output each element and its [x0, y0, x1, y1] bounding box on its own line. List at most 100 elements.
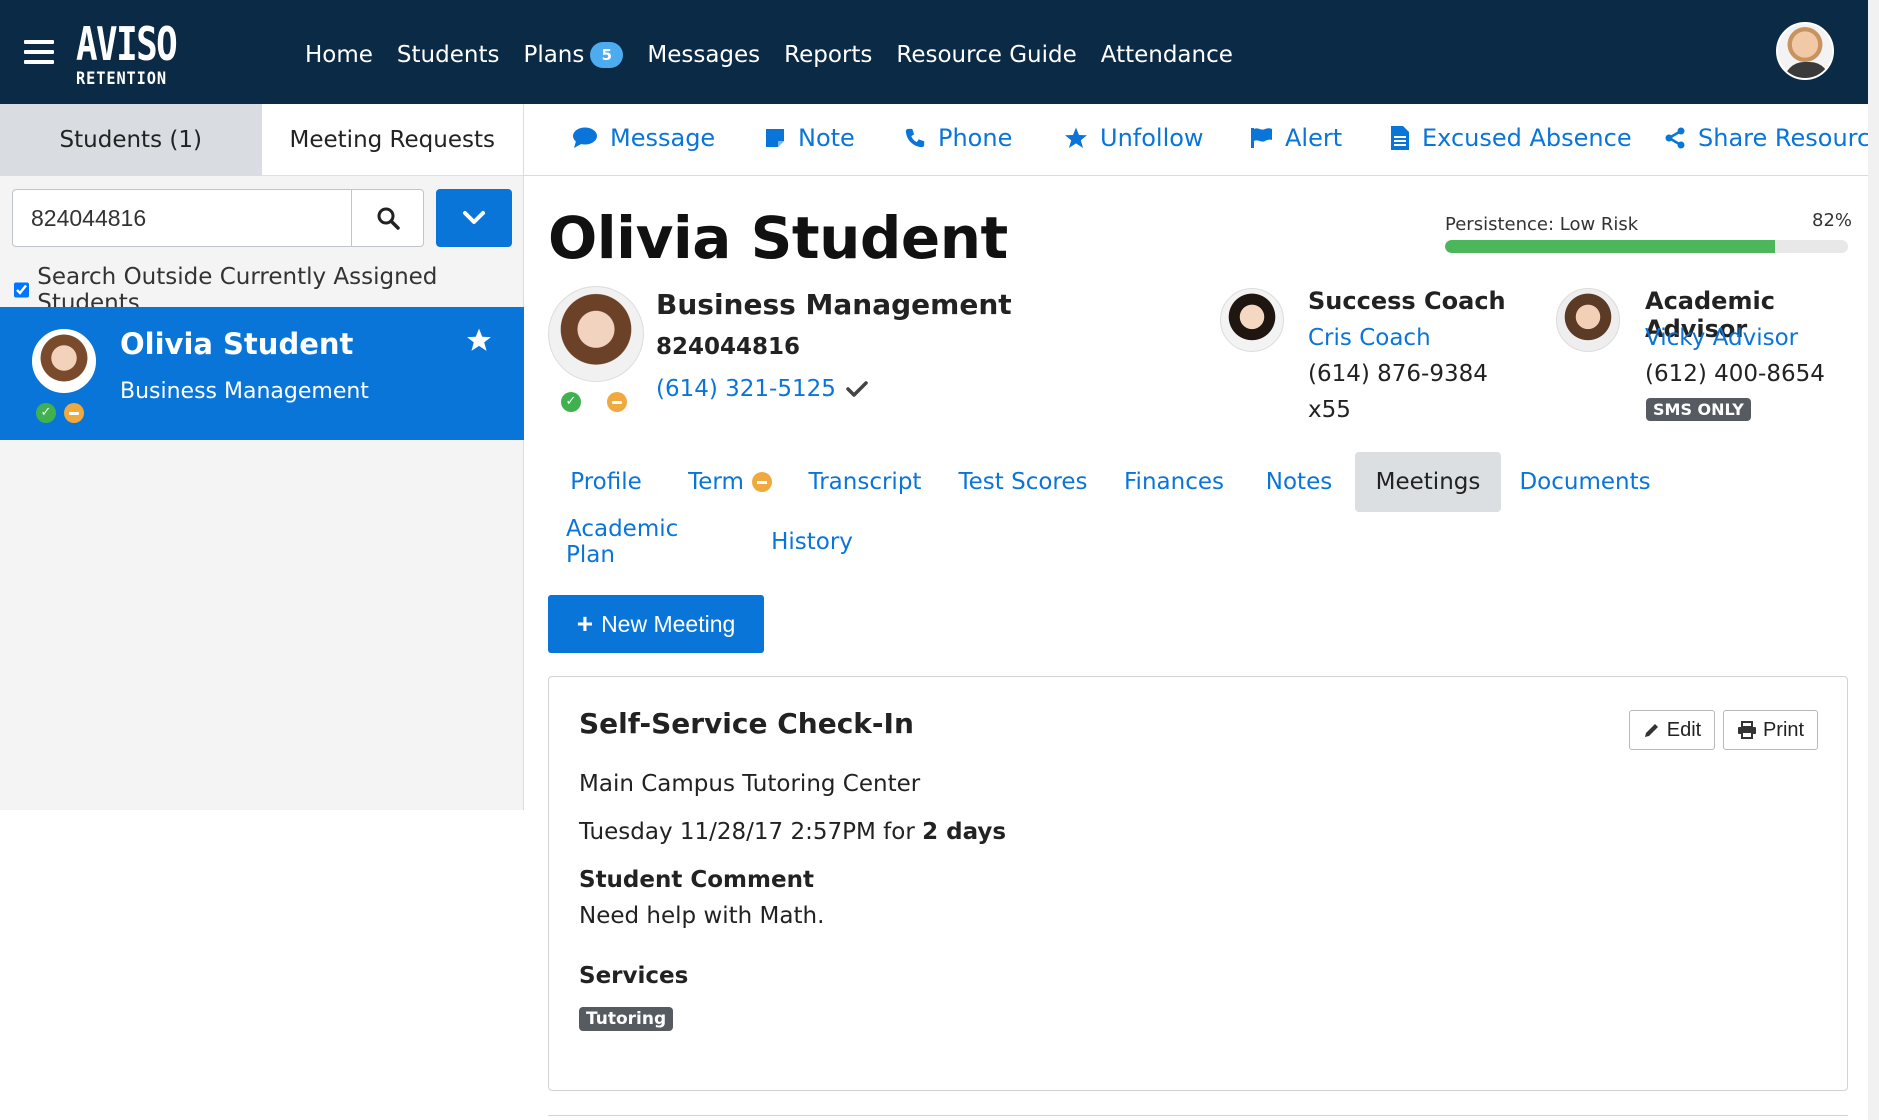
message-button[interactable]: Message — [572, 124, 715, 152]
print-meeting-button[interactable]: Print — [1723, 710, 1818, 750]
tab-profile[interactable]: Profile — [566, 452, 646, 512]
top-navbar: AVISO RETENTION Home Students Plans 5 Mes… — [0, 0, 1868, 104]
chevron-down-icon — [463, 211, 485, 224]
note-label: Note — [798, 124, 855, 152]
coach-role: Success Coach — [1308, 287, 1506, 315]
student-id: 824044816 — [656, 334, 801, 360]
search-input[interactable] — [12, 189, 352, 247]
term-warning-icon — [751, 472, 772, 492]
nav-attendance-label: Attendance — [1100, 42, 1233, 68]
phone-button[interactable]: Phone — [904, 124, 1012, 152]
note-button[interactable]: Note — [764, 124, 855, 152]
nav-messages[interactable]: Messages — [647, 38, 760, 72]
nav-students-label: Students — [396, 42, 500, 68]
search-button[interactable] — [352, 189, 424, 247]
tab-test-scores-label: Test Scores — [958, 469, 1088, 495]
tab-meetings-label: Meetings — [1375, 469, 1481, 495]
verified-check-icon — [846, 381, 868, 397]
flag-icon — [1251, 128, 1272, 148]
user-avatar[interactable] — [1776, 22, 1834, 80]
tab-documents-label: Documents — [1519, 469, 1651, 495]
printer-icon — [1737, 721, 1756, 739]
tab-notes-label: Notes — [1265, 469, 1333, 495]
meeting-card: Self-Service Check-In Edit Print Main Ca… — [548, 676, 1848, 1091]
note-icon — [766, 129, 784, 147]
tab-notes[interactable]: Notes — [1258, 452, 1340, 512]
nav-home-label: Home — [305, 42, 373, 68]
student-comment: Need help with Math. — [579, 903, 825, 929]
tab-meeting-requests[interactable]: Meeting Requests — [261, 104, 523, 176]
meeting-duration: 2 days — [922, 819, 1007, 845]
next-meeting-card-edge — [548, 1115, 1848, 1120]
tab-history[interactable]: History — [766, 512, 858, 572]
student-card-status: ✓ — [36, 403, 84, 423]
phone-label: Phone — [938, 124, 1013, 152]
advisor-avatar — [1556, 288, 1620, 352]
tab-term[interactable]: Term — [680, 452, 780, 512]
student-search — [12, 189, 512, 247]
tab-finances[interactable]: Finances — [1122, 452, 1226, 512]
logo-main-text: AVISO — [76, 17, 178, 71]
student-phone-link[interactable]: (614) 321-5125 — [656, 376, 868, 402]
meeting-title: Self-Service Check-In — [579, 707, 914, 740]
nav-reports[interactable]: Reports — [784, 38, 872, 72]
tab-students-label: Students (1) — [59, 127, 202, 153]
student-card-avatar — [32, 329, 96, 393]
search-outside-checkbox[interactable] — [14, 282, 30, 298]
tab-history-label: History — [771, 529, 853, 555]
new-meeting-label: New Meeting — [601, 610, 736, 637]
tab-documents[interactable]: Documents — [1519, 452, 1651, 512]
excused-absence-button[interactable]: Excused Absence — [1390, 124, 1632, 152]
persistence-bar — [1445, 240, 1848, 253]
student-comment-label: Student Comment — [579, 867, 814, 893]
new-meeting-button[interactable]: + New Meeting — [548, 595, 764, 653]
tab-academic-plan[interactable]: Academic Plan — [566, 512, 732, 572]
star-icon[interactable] — [466, 327, 492, 353]
service-badge: Tutoring — [579, 1007, 674, 1031]
status-ok-icon: ✓ — [36, 403, 56, 423]
pencil-icon — [1644, 724, 1658, 737]
nav-resource-guide[interactable]: Resource Guide — [896, 38, 1076, 72]
hamburger-menu-icon[interactable] — [24, 40, 54, 64]
star-icon — [1065, 127, 1087, 148]
message-label: Message — [610, 124, 716, 152]
nav-students[interactable]: Students — [397, 38, 500, 72]
unfollow-button[interactable]: Unfollow — [1064, 124, 1204, 152]
main-nav: Home Students Plans 5 Messages Reports Re… — [305, 38, 1257, 72]
left-tabs: Students (1) Meeting Requests — [0, 104, 523, 176]
meeting-when: Tuesday 11/28/17 2:57PM for — [579, 819, 923, 845]
search-icon — [377, 207, 400, 230]
aviso-logo[interactable]: AVISO RETENTION — [76, 18, 196, 88]
nav-home[interactable]: Home — [305, 38, 373, 72]
share-icon — [1665, 127, 1685, 149]
phone-icon — [905, 128, 925, 148]
advisor-name-link[interactable]: Vicky Advisor — [1645, 325, 1798, 351]
status-warning-icon — [64, 403, 84, 423]
nav-plans-label: Plans — [523, 42, 585, 68]
edit-meeting-button[interactable]: Edit — [1629, 710, 1715, 750]
tab-students[interactable]: Students (1) — [0, 104, 262, 176]
tab-transcript[interactable]: Transcript — [806, 452, 924, 512]
share-resource-label: Share Resource — [1698, 124, 1879, 152]
meeting-location: Main Campus Tutoring Center — [579, 771, 921, 797]
tab-transcript-label: Transcript — [808, 469, 922, 495]
nav-attendance[interactable]: Attendance — [1101, 38, 1233, 72]
alert-button[interactable]: Alert — [1249, 124, 1342, 152]
alert-label: Alert — [1285, 124, 1343, 152]
nav-plans[interactable]: Plans 5 — [523, 38, 624, 72]
nav-reports-label: Reports — [784, 42, 873, 68]
tab-test-scores[interactable]: Test Scores — [956, 452, 1090, 512]
tab-finances-label: Finances — [1124, 469, 1224, 495]
student-phone: (614) 321-5125 — [656, 376, 836, 402]
scrollbar[interactable] — [1868, 0, 1879, 1120]
nav-messages-label: Messages — [647, 42, 761, 68]
search-options-button[interactable] — [436, 189, 512, 247]
document-icon — [1391, 126, 1409, 150]
share-resource-button[interactable]: Share Resource — [1664, 124, 1879, 152]
tab-meetings[interactable]: Meetings — [1355, 452, 1501, 512]
coach-name-link[interactable]: Cris Coach — [1308, 325, 1431, 351]
logo-sub-text: RETENTION — [76, 69, 168, 89]
persistence-percent: 82% — [1812, 210, 1853, 231]
advisor-phone: (612) 400-8654 — [1645, 361, 1825, 387]
student-list-item[interactable]: ✓ Olivia Student Business Management — [0, 307, 524, 440]
